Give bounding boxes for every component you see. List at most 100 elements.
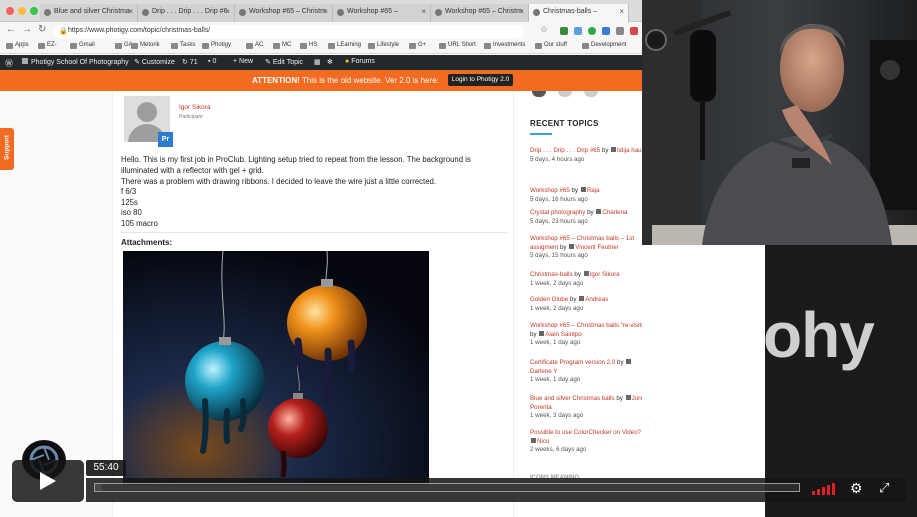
close-tab-icon[interactable]: ×	[128, 7, 133, 16]
extension-icon[interactable]	[616, 27, 624, 35]
recent-topic-link[interactable]: Golden Globe	[530, 296, 568, 303]
progress-bar[interactable]	[94, 483, 800, 492]
browser-tab[interactable]: Drip . . . Drip . . . Drip #6 ×	[138, 4, 235, 22]
browser-tab[interactable]: Blue and silver Christma ×	[40, 4, 138, 22]
extension-icon[interactable]	[574, 27, 582, 35]
star-icon[interactable]: ☆	[540, 24, 548, 35]
recent-topic-user-link[interactable]: Darlene Y	[530, 368, 557, 375]
login-photigy-2-button[interactable]: Login to Photigy 2.0	[448, 74, 513, 86]
volume-level-bar	[822, 487, 825, 495]
close-tab-icon[interactable]: ×	[225, 7, 230, 16]
wordpress-icon[interactable]: Ⓦ	[5, 58, 13, 69]
grid-icon[interactable]: ▦	[314, 58, 321, 66]
recent-topic-link[interactable]: Workshop #65 – Christmas balls "re-visit…	[530, 322, 642, 329]
settings-icon[interactable]: ✻	[327, 58, 333, 66]
post-author-link[interactable]: Igor Sikora	[179, 104, 210, 111]
url-field[interactable]: 🔒 https://www.photigy.com/topic/christmas…	[54, 25, 524, 38]
browser-tab[interactable]: Workshop #65 – Christm ×	[431, 4, 529, 22]
recent-topic-link[interactable]: Certificate Program version 2.0	[530, 359, 615, 366]
recent-topic-link[interactable]: Workshop #65	[530, 187, 570, 194]
minimize-window-icon[interactable]	[18, 7, 26, 15]
recent-topic-link[interactable]: Christmas-balls	[530, 271, 573, 278]
volume-icon[interactable]	[812, 481, 837, 495]
wp-updates-link[interactable]: ↻ 71	[182, 58, 198, 66]
forward-arrow-icon[interactable]: →	[22, 24, 32, 35]
browser-tab-active[interactable]: Christmas-balls – ×	[529, 4, 629, 22]
bookmark-item[interactable]: Photigy	[202, 42, 231, 49]
wp-edit-link[interactable]: ✎ Edit Topic	[265, 58, 303, 66]
bookmark-item[interactable]: Gmail	[70, 42, 95, 49]
bookmark-item[interactable]: G+	[409, 42, 426, 49]
christmas-balls-photo[interactable]	[123, 251, 429, 485]
recent-topic-link[interactable]: Possible to use ColorChecker on Video?	[530, 429, 641, 436]
presenter-image	[642, 0, 917, 245]
bookmark-label: URL Short	[448, 42, 476, 48]
bookmark-item[interactable]: HS	[300, 42, 317, 49]
bookmark-folder-icon	[70, 43, 77, 49]
close-tab-icon[interactable]: ×	[323, 7, 328, 16]
recent-topic-user-link[interactable]: Andreas	[585, 296, 608, 303]
bookmark-item[interactable]: Development	[582, 42, 626, 49]
wp-comments-count: 0	[212, 58, 217, 65]
wp-site-link[interactable]: Photigy School Of Photography	[22, 58, 129, 66]
recent-topic-user-link[interactable]: Nico	[537, 438, 549, 445]
support-tab[interactable]: Support	[0, 128, 14, 170]
browser-tab[interactable]: Workshop #65 – Christm ×	[235, 4, 333, 22]
recent-topic-link[interactable]: Blue and silver Christmas balls	[530, 395, 615, 402]
close-window-icon[interactable]	[6, 7, 14, 15]
recent-topic-link[interactable]: Drip . . . Drip . . . Drip #65	[530, 147, 600, 154]
bookmark-item[interactable]: Lifestyle	[368, 42, 399, 49]
recent-topic-user-link[interactable]: Alain Saintpo	[545, 331, 581, 338]
browser-tab[interactable]: Workshop #65 – ×	[333, 4, 431, 22]
bookmark-item[interactable]: URL Short	[439, 42, 476, 49]
bookmark-item[interactable]: LEarning	[328, 42, 361, 49]
close-tab-icon[interactable]: ×	[619, 7, 624, 16]
extension-icon[interactable]	[602, 27, 610, 35]
play-button[interactable]	[12, 460, 84, 502]
bookmark-item[interactable]: MC	[273, 42, 291, 49]
wp-comments-link[interactable]: ▪ 0	[208, 58, 216, 65]
recent-topic-user-link[interactable]: Raja	[587, 187, 600, 194]
bookmark-item[interactable]: Our stuff	[535, 42, 567, 49]
bookmark-item[interactable]: AC	[246, 42, 263, 49]
recent-topic-user-link[interactable]: Vincent Feutrier	[575, 244, 619, 251]
time-tooltip: 55:40	[86, 460, 126, 476]
post-body-line: 105 macro	[121, 219, 158, 228]
bookmark-item[interactable]: Investments	[484, 42, 525, 49]
banner-message: ATTENTION! This is the old website. Ver …	[252, 76, 439, 85]
social-icon[interactable]	[584, 91, 598, 97]
wp-customize-link[interactable]: ✎ Customize	[134, 58, 175, 66]
reload-icon[interactable]: ↻	[38, 24, 46, 35]
page-background	[642, 245, 765, 517]
recent-topic-user-link[interactable]: Charlena	[602, 209, 627, 216]
fullscreen-icon[interactable]: ⤢	[879, 480, 889, 496]
banner-attention: ATTENTION!	[252, 76, 300, 85]
social-icon[interactable]	[532, 91, 546, 97]
extension-icon[interactable]	[588, 27, 596, 35]
by-label: by	[571, 187, 579, 194]
wp-forums-link[interactable]: ● Forums	[345, 58, 375, 65]
favicon-icon	[533, 9, 540, 16]
video-frame: Blue and silver Christma × Drip . . . Dri…	[0, 0, 917, 517]
bookmark-item[interactable]: Tasks	[171, 42, 195, 49]
recent-topic-user-link[interactable]: Igor Sikora	[590, 271, 620, 278]
bookmark-folder-icon	[202, 43, 209, 49]
recent-topic-link[interactable]: Crystal photography	[530, 209, 585, 216]
close-tab-icon[interactable]: ×	[421, 7, 426, 16]
recent-topic-user-link[interactable]: lidija hauck	[617, 147, 642, 154]
christmas-balls-illustration	[123, 251, 429, 485]
bookmark-item[interactable]: Metorik	[131, 42, 160, 49]
back-arrow-icon[interactable]: ←	[6, 24, 16, 35]
extension-icon[interactable]	[630, 27, 638, 35]
wp-new-link[interactable]: + New	[233, 58, 253, 65]
proclub-badge: Pr	[158, 132, 173, 147]
recent-topic-time: 1 week, 1 day ago	[530, 339, 581, 346]
bookmark-item[interactable]: EZ-	[38, 42, 57, 49]
maximize-window-icon[interactable]	[30, 7, 38, 15]
bookmark-item[interactable]: Apps	[6, 42, 29, 49]
extension-icon[interactable]	[560, 27, 568, 35]
close-tab-icon[interactable]: ×	[519, 7, 524, 16]
social-icon[interactable]	[558, 91, 572, 97]
bookmark-folder-icon	[273, 43, 280, 49]
settings-gear-icon[interactable]: ⚙	[850, 480, 863, 496]
